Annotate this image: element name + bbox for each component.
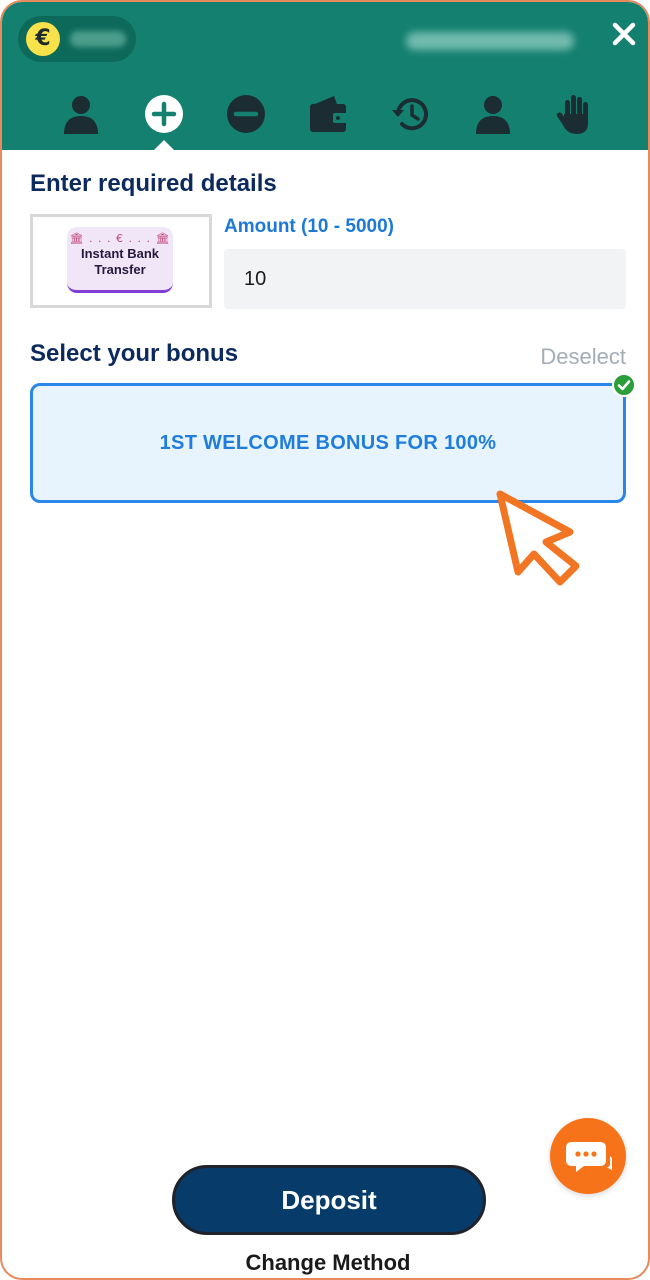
amount-input[interactable] [224,249,626,309]
chat-bubbles-icon [566,1142,612,1172]
check-icon [612,373,636,397]
history-icon[interactable] [389,92,433,136]
deselect-link[interactable]: Deselect [526,344,626,370]
cashier-header: € [2,2,648,150]
username-redacted [406,32,574,50]
amount-label: Amount (10 - 5000) [224,216,394,237]
active-tab-indicator [154,140,174,150]
user-icon[interactable] [471,92,515,136]
deposit-modal: € Enter required details 🏛 . . . € . . .… [0,0,650,1280]
chat-button[interactable] [550,1118,626,1194]
bonus-option-label: 1ST WELCOME BONUS FOR 100% [159,432,497,454]
change-method-link[interactable]: Change Method [2,1250,648,1276]
plus-circle-icon[interactable] [142,92,186,136]
euro-coin-icon: € [26,22,60,56]
method-name-line1: Instant Bank [80,246,159,261]
instant-bank-transfer-logo: 🏛 . . . € . . . 🏛 Instant Bank Transfer [67,227,173,293]
wallet-icon[interactable] [306,92,350,136]
payment-method-box: 🏛 . . . € . . . 🏛 Instant Bank Transfer [30,214,212,308]
user-icon[interactable] [59,92,103,136]
minus-circle-icon[interactable] [224,92,268,136]
pointer-cursor-icon [496,490,580,586]
hand-icon[interactable] [553,92,597,136]
close-icon[interactable] [606,16,642,52]
bank-euro-decoration: 🏛 . . . € . . . 🏛 [69,232,171,245]
deposit-button[interactable]: Deposit [172,1165,486,1235]
balance-amount-redacted [70,31,126,47]
bonus-title: Select your bonus [30,340,239,367]
method-name-line2: Transfer [94,262,146,277]
balance-pill: € [18,16,136,62]
details-title: Enter required details [30,170,277,197]
bonus-option-card[interactable]: 1ST WELCOME BONUS FOR 100% [30,383,626,503]
